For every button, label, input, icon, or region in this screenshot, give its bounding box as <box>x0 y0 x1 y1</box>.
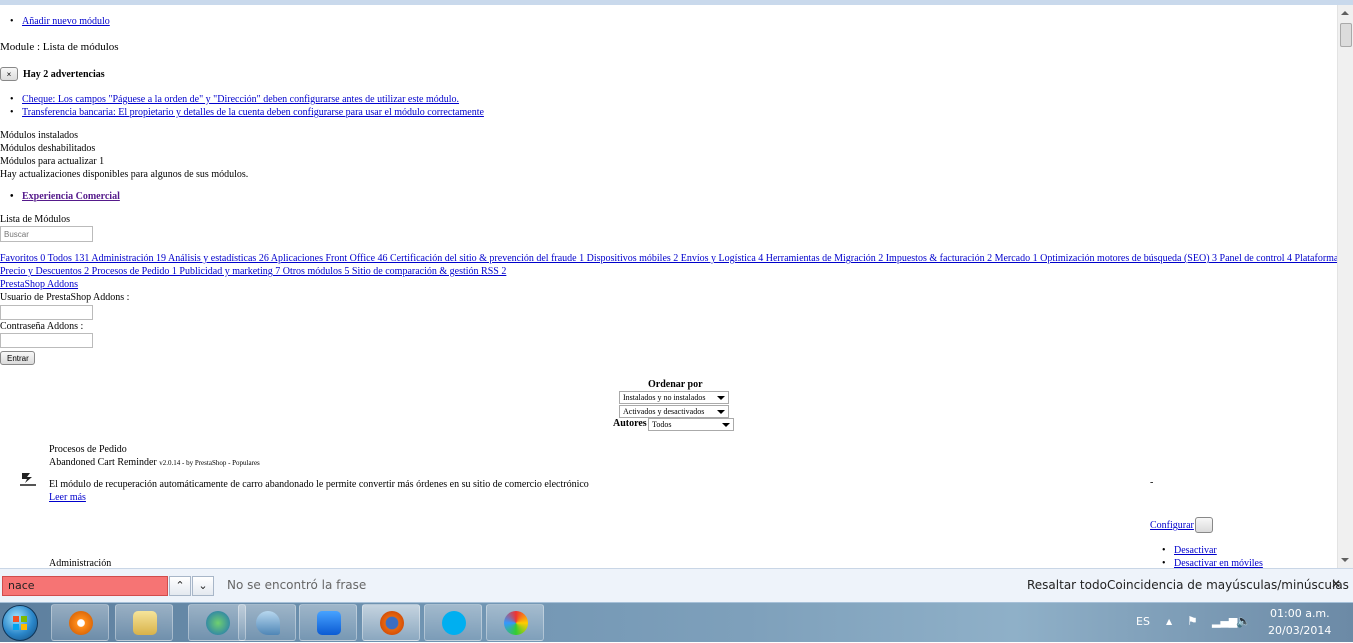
paint-icon <box>504 611 528 635</box>
configure-link[interactable]: Configurar <box>1150 520 1194 531</box>
installed-filter-value: Instalados y no instalados <box>623 393 706 402</box>
category-filter-line-1[interactable]: Favoritos 0 Todos 131 Administración 19 … <box>0 253 1337 264</box>
taskbar-paint[interactable] <box>486 604 544 641</box>
authors-value: Todos <box>652 420 672 429</box>
windows-logo-icon <box>13 616 27 630</box>
close-warnings-button[interactable]: × <box>0 67 18 81</box>
order-by-label: Ordenar por <box>648 379 703 390</box>
chevron-down-icon <box>717 396 725 400</box>
globe-app-icon <box>206 611 230 635</box>
add-module-link[interactable]: Añadir nuevo módulo <box>10 16 110 27</box>
scroll-up-icon[interactable] <box>1341 11 1349 15</box>
start-button[interactable] <box>2 605 38 641</box>
addons-link[interactable]: PrestaShop Addons <box>0 279 78 290</box>
taskbar-media-player[interactable] <box>51 604 109 641</box>
module-meta: v2.0.14 - by PrestaShop - Populares <box>159 459 260 467</box>
addons-password-input[interactable] <box>0 333 93 348</box>
stat-installed: Módulos instalados <box>0 130 79 141</box>
experiencia-comercial-link[interactable]: Experiencia Comercial <box>10 191 120 202</box>
module-description: El módulo de recuperación automáticament… <box>49 479 589 490</box>
login-button[interactable]: Entrar <box>0 351 35 365</box>
taskbar-dolphin[interactable] <box>238 604 296 641</box>
chevron-down-icon: ⌄ <box>198 579 208 592</box>
chevron-down-icon <box>722 423 730 427</box>
network-signal-icon[interactable]: ▂▄▆ <box>1212 615 1237 628</box>
scroll-thumb[interactable] <box>1340 23 1352 47</box>
deactivate-link[interactable]: Desactivar <box>1162 545 1217 556</box>
clock-date[interactable]: 20/03/2014 <box>1268 624 1331 637</box>
read-more-link[interactable]: Leer más <box>49 492 86 503</box>
skype-icon <box>442 611 466 635</box>
find-status: No se encontró la frase <box>227 578 367 592</box>
module-name: Abandoned Cart Reminder <box>49 457 157 468</box>
module-list-title: Lista de Módulos <box>0 214 70 225</box>
page-scrollbar[interactable] <box>1337 5 1353 568</box>
find-input[interactable]: nace <box>2 576 168 596</box>
stat-updates-available: Hay actualizaciones disponibles para alg… <box>0 169 249 180</box>
search-input[interactable] <box>0 226 93 242</box>
volume-icon[interactable]: 🔈 <box>1236 614 1251 628</box>
page-title: Module : Lista de módulos <box>0 41 119 53</box>
installed-filter-select[interactable]: Instalados y no instalados <box>619 391 729 404</box>
stat-disabled: Módulos deshabilitados <box>0 143 96 154</box>
taskbar-teamviewer[interactable] <box>299 604 357 641</box>
module-title: Abandoned Cart Reminder v2.0.14 - by Pre… <box>49 457 260 468</box>
addons-user-label: Usuario de PrestaShop Addons : <box>0 292 130 303</box>
taskbar-skype[interactable] <box>424 604 482 641</box>
addons-user-input[interactable] <box>0 305 93 320</box>
stat-to-update: Módulos para actualizar 1 <box>0 156 105 167</box>
addons-password-label: Contraseña Addons : <box>0 321 84 332</box>
close-find-bar-icon[interactable]: ✕ <box>1331 577 1341 591</box>
module-actions-dropdown[interactable] <box>1195 517 1213 533</box>
module-logo-icon <box>18 471 38 487</box>
taskbar-explorer[interactable] <box>115 604 173 641</box>
action-center-flag-icon[interactable]: ⚑ <box>1187 614 1198 628</box>
taskbar: ES ▲ ⚑ ▂▄▆ 🔈 01:00 a.m. 20/03/2014 <box>0 602 1353 642</box>
active-filter-value: Activados y desactivados <box>623 407 705 416</box>
authors-label: Autores <box>613 418 647 429</box>
folder-icon <box>133 611 157 635</box>
match-case-toggle[interactable]: Coincidencia de mayúsculas/minúsculas <box>1107 578 1349 592</box>
find-bar: nace ⌃ ⌄ No se encontró la frase Resalta… <box>0 568 1353 602</box>
warnings-title: Hay 2 advertencias <box>23 69 105 80</box>
deactivate-mobile-link[interactable]: Desactivar en móviles <box>1162 558 1263 568</box>
module-dash: - <box>1150 477 1154 488</box>
authors-select[interactable]: Todos <box>648 418 734 431</box>
warning-transfer-link[interactable]: Transferencia bancaria: El propietario y… <box>10 107 484 118</box>
language-indicator[interactable]: ES <box>1136 615 1150 628</box>
chevron-down-icon <box>717 410 725 414</box>
show-hidden-icons-icon[interactable]: ▲ <box>1166 617 1172 626</box>
clock-time[interactable]: 01:00 a.m. <box>1270 607 1330 620</box>
next-module-category: Administración <box>49 558 112 568</box>
module-category: Procesos de Pedido <box>49 444 127 455</box>
chevron-up-icon: ⌃ <box>175 579 185 592</box>
media-player-icon <box>69 611 93 635</box>
teamviewer-icon <box>317 611 341 635</box>
warning-cheque-link[interactable]: Cheque: Los campos "Páguese a la orden d… <box>10 94 459 105</box>
dolphin-icon <box>256 611 280 635</box>
find-next-button[interactable]: ⌄ <box>192 576 214 596</box>
taskbar-firefox[interactable] <box>362 604 420 641</box>
active-filter-select[interactable]: Activados y desactivados <box>619 405 729 418</box>
firefox-icon <box>380 611 404 635</box>
find-previous-button[interactable]: ⌃ <box>169 576 191 596</box>
highlight-all-toggle[interactable]: Resaltar todo <box>1027 578 1107 592</box>
scroll-down-icon[interactable] <box>1341 558 1349 562</box>
page-content: Añadir nuevo módulo Module : Lista de mó… <box>0 5 1337 568</box>
category-filter-line-2[interactable]: Precio y Descuentos 2 Procesos de Pedido… <box>0 266 506 277</box>
